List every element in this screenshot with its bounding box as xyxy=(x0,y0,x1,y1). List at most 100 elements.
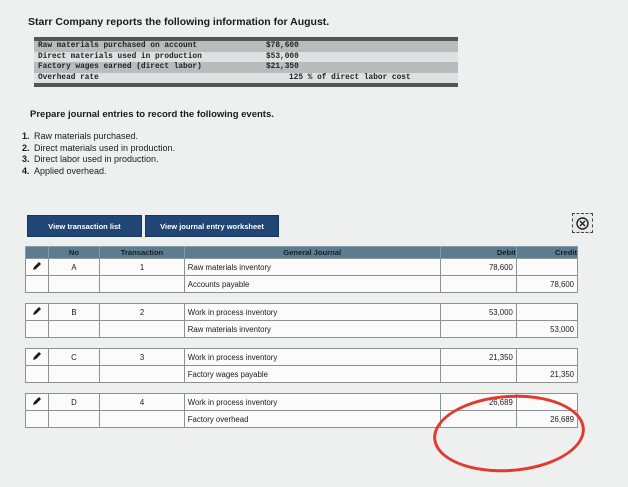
item-number: 1. xyxy=(22,131,30,141)
item-text: Applied overhead. xyxy=(34,165,107,176)
info-value: 125 % of direct labor cost xyxy=(289,73,411,82)
debit-amount: 26,689 xyxy=(439,393,517,411)
credit-empty xyxy=(515,258,579,276)
column-header-no: No xyxy=(47,246,101,259)
info-row: Factory wages earned (direct labor) $21,… xyxy=(34,62,458,73)
view-transaction-list-button[interactable]: View transaction list xyxy=(27,215,142,237)
debit-account: Raw materials inventory xyxy=(183,258,441,276)
page-heading: Starr Company reports the following info… xyxy=(28,16,330,28)
close-button[interactable] xyxy=(572,213,593,233)
item-text: Direct materials used in production. xyxy=(34,142,176,153)
credit-account: Factory overhead xyxy=(183,410,441,428)
pencil-icon[interactable] xyxy=(32,306,42,316)
pencil-icon[interactable] xyxy=(32,261,42,271)
table-row: C 3 Work in process inventory 21,350 xyxy=(25,348,579,366)
entry-no: A xyxy=(47,258,101,276)
credit-account: Factory wages payable xyxy=(183,365,441,383)
entry-no: C xyxy=(47,348,101,366)
spacer-cell xyxy=(26,338,578,349)
debit-account: Work in process inventory xyxy=(183,348,441,366)
table-row: B 2 Work in process inventory 53,000 xyxy=(25,303,579,321)
entry-transaction: 2 xyxy=(99,303,185,321)
journal-table: No Transaction General Journal Debit Cre… xyxy=(25,246,579,428)
pencil-icon[interactable] xyxy=(32,396,42,406)
list-item: 2. Direct materials used in production. xyxy=(22,143,175,155)
entry-transaction-empty xyxy=(99,275,185,293)
debit-amount: 21,350 xyxy=(439,348,517,366)
info-value: $53,000 xyxy=(266,52,299,61)
info-row: Overhead rate 125 % of direct labor cost xyxy=(34,72,458,83)
debit-empty xyxy=(439,365,517,383)
table-row: Accounts payable 78,600 xyxy=(25,275,579,293)
info-value: $78,600 xyxy=(266,42,299,50)
entry-no-empty xyxy=(47,275,101,293)
item-number: 2. xyxy=(22,142,30,153)
debit-amount: 53,000 xyxy=(439,303,517,321)
list-item: 4. Applied overhead. xyxy=(22,166,175,178)
credit-amount: 21,350 xyxy=(515,365,579,383)
table-row: Factory wages payable 21,350 xyxy=(25,365,579,383)
entry-transaction-empty xyxy=(99,365,185,383)
column-header-transaction: Transaction xyxy=(99,246,185,259)
edit-cell-empty xyxy=(25,410,49,428)
debit-account: Work in process inventory xyxy=(183,303,441,321)
credit-empty xyxy=(515,393,579,411)
info-label: Raw materials purchased on account xyxy=(38,42,198,50)
credit-empty xyxy=(515,303,579,321)
list-item: 1. Raw materials purchased. xyxy=(22,131,175,143)
debit-amount: 78,600 xyxy=(439,258,517,276)
credit-amount: 78,600 xyxy=(515,275,579,293)
view-journal-worksheet-button[interactable]: View journal entry worksheet xyxy=(145,215,279,237)
row-spacer xyxy=(26,293,578,304)
pencil-icon[interactable] xyxy=(32,351,42,361)
edit-cell-empty xyxy=(25,365,49,383)
info-label: Factory wages earned (direct labor) xyxy=(38,63,202,71)
column-header-journal: General Journal xyxy=(183,246,441,259)
entry-transaction: 1 xyxy=(99,258,185,276)
debit-empty xyxy=(439,320,517,338)
credit-account: Accounts payable xyxy=(183,275,441,293)
edit-cell[interactable] xyxy=(25,258,49,276)
edit-column-header xyxy=(25,246,49,259)
item-text: Raw materials purchased. xyxy=(34,131,139,141)
info-label: Direct materials used in production xyxy=(38,52,202,61)
entry-transaction: 4 xyxy=(99,393,185,411)
item-text: Direct labor used in production. xyxy=(34,154,159,164)
entry-transaction-empty xyxy=(99,410,185,428)
entry-no: B xyxy=(47,303,101,321)
list-item: 3. Direct labor used in production. xyxy=(22,154,175,166)
table-row: Raw materials inventory 53,000 xyxy=(25,320,579,338)
entry-no-empty xyxy=(47,365,101,383)
entry-no: D xyxy=(47,393,101,411)
credit-account: Raw materials inventory xyxy=(183,320,441,338)
entry-transaction-empty xyxy=(99,320,185,338)
info-value: $21,350 xyxy=(266,63,299,71)
edit-cell-empty xyxy=(25,275,49,293)
edit-cell[interactable] xyxy=(25,393,49,411)
credit-amount: 53,000 xyxy=(515,320,579,338)
table-row: Factory overhead 26,689 xyxy=(25,410,579,428)
credit-amount: 26,689 xyxy=(515,410,579,428)
spacer-cell xyxy=(26,293,578,304)
credit-empty xyxy=(515,348,579,366)
item-number: 4. xyxy=(22,165,30,176)
item-number: 3. xyxy=(22,154,30,164)
table-row: D 4 Work in process inventory 26,689 xyxy=(25,393,579,411)
info-table: Raw materials purchased on account $78,6… xyxy=(34,37,458,87)
table-row: A 1 Raw materials inventory 78,600 xyxy=(25,258,579,276)
spacer-cell xyxy=(26,383,578,394)
entry-transaction: 3 xyxy=(99,348,185,366)
close-icon xyxy=(576,216,589,230)
row-spacer xyxy=(26,383,578,394)
entry-no-empty xyxy=(47,320,101,338)
edit-cell[interactable] xyxy=(25,303,49,321)
info-label: Overhead rate xyxy=(38,73,99,82)
info-row: Direct materials used in production $53,… xyxy=(34,51,458,62)
row-spacer xyxy=(26,338,578,349)
debit-empty xyxy=(439,275,517,293)
edit-cell-empty xyxy=(25,320,49,338)
info-row: Raw materials purchased on account $78,6… xyxy=(34,41,458,52)
events-list: 1. Raw materials purchased. 2. Direct mate… xyxy=(22,131,175,177)
column-header-credit: Credit xyxy=(515,246,579,259)
edit-cell[interactable] xyxy=(25,348,49,366)
